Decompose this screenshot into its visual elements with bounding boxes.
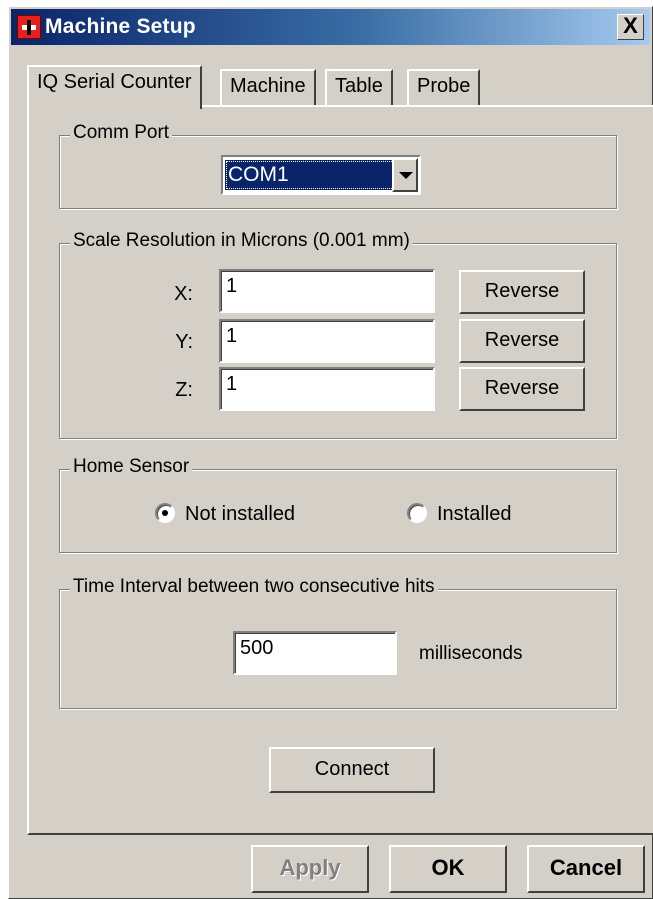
comm-port-legend: Comm Port	[70, 122, 173, 144]
home-sensor-group: Home Sensor	[59, 456, 617, 553]
comm-port-selected-value: COM1	[225, 160, 395, 190]
z-axis-label: Z:	[175, 379, 193, 401]
comm-port-select[interactable]: COM1	[221, 155, 421, 195]
z-resolution-input[interactable]: 1	[219, 367, 435, 411]
z-reverse-button[interactable]: Reverse	[459, 367, 585, 411]
y-resolution-input[interactable]: 1	[219, 319, 435, 363]
milliseconds-label: milliseconds	[419, 643, 523, 664]
home-sensor-legend: Home Sensor	[70, 456, 193, 478]
time-interval-input[interactable]: 500	[233, 631, 397, 675]
x-resolution-input[interactable]: 1	[219, 269, 435, 313]
x-axis-label: X:	[174, 283, 193, 305]
installed-radio[interactable]	[407, 503, 427, 523]
chevron-down-icon[interactable]	[392, 158, 418, 192]
not-installed-label[interactable]: Not installed	[185, 503, 295, 526]
installed-label[interactable]: Installed	[437, 503, 512, 526]
x-reverse-button[interactable]: Reverse	[459, 270, 585, 314]
time-interval-legend: Time Interval between two consecutive hi…	[70, 576, 438, 598]
scale-resolution-legend: Scale Resolution in Microns (0.001 mm)	[70, 230, 413, 252]
y-reverse-button[interactable]: Reverse	[459, 319, 585, 363]
y-axis-label: Y:	[175, 331, 193, 353]
not-installed-radio[interactable]	[155, 503, 175, 523]
machine-setup-dialog: Machine Setup X IQ Serial Counter Machin…	[8, 6, 653, 899]
connect-button[interactable]: Connect	[269, 747, 435, 793]
